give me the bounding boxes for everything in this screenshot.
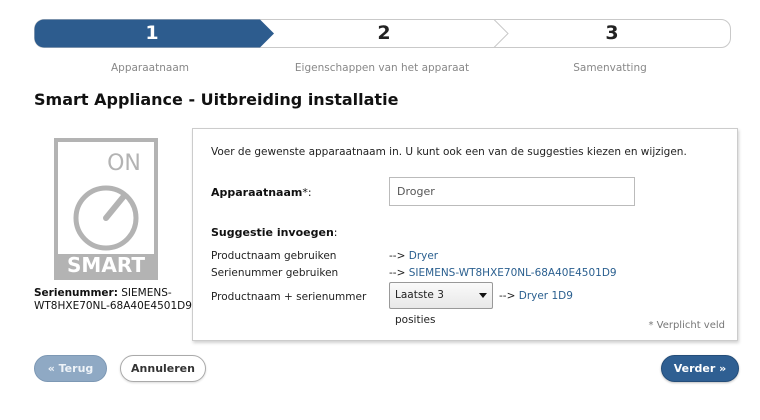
step-1-number: 1 [145, 22, 159, 44]
device-image-smart-text: SMART [67, 253, 145, 277]
suggestion-serial-number-link[interactable]: SIEMENS-WT8HXE70NL-68A40E4501D9 [409, 267, 617, 279]
cancel-button[interactable]: Annuleren [120, 355, 206, 382]
step-indicator: 1 2 3 [34, 19, 731, 48]
suggestion-product-name-link[interactable]: Dryer [409, 250, 438, 262]
step-2-number: 2 [377, 22, 391, 44]
suggestion-heading: Suggestie invoegen: [211, 226, 338, 239]
page-title: Smart Appliance - Uitbreiding installati… [34, 90, 399, 109]
serial-positions-dropdown[interactable]: Laatste 3 posities [389, 282, 493, 326]
smart-appliance-on-icon: ON SMART [54, 138, 158, 280]
step-1-label: Apparaatnaam [110, 62, 189, 74]
suggestion-combined-label: Productnaam + serienummer [211, 291, 367, 303]
caret-down-icon [479, 293, 487, 298]
appliance-name-form: Voer de gewenste apparaatnaam in. U kunt… [192, 128, 738, 341]
appliance-name-label: Apparaatnaam*: [211, 186, 312, 199]
suggestion-serial-number: --> SIEMENS-WT8HXE70NL-68A40E4501D9 [389, 267, 617, 279]
step-2-label: Eigenschappen van het apparaat [294, 62, 470, 74]
suggestion-product-name-label: Productnaam gebruiken [211, 250, 337, 262]
step-3-label: Samenvatting [573, 62, 647, 74]
device-image-on-text: ON [107, 151, 141, 176]
suggestion-serial-number-label: Serienummer gebruiken [211, 267, 339, 279]
back-button[interactable]: « Terug [34, 355, 107, 382]
serial-positions-selected: Laatste 3 posities [395, 289, 444, 326]
form-intro-text: Voer de gewenste apparaatnaam in. U kunt… [211, 146, 687, 158]
serial-number-label: Serienummer: [34, 287, 118, 299]
required-field-note: * Verplicht veld [648, 320, 725, 331]
suggestion-product-name: --> Dryer [389, 250, 439, 262]
step-3-number: 3 [605, 22, 619, 44]
suggestion-combined: --> Dryer 1D9 [499, 290, 573, 302]
serial-number: Serienummer: SIEMENS-WT8HXE70NL-68A40E45… [34, 287, 194, 313]
appliance-name-input[interactable] [389, 177, 635, 206]
next-button[interactable]: Verder » [661, 355, 739, 382]
suggestion-combined-link[interactable]: Dryer 1D9 [519, 290, 573, 302]
